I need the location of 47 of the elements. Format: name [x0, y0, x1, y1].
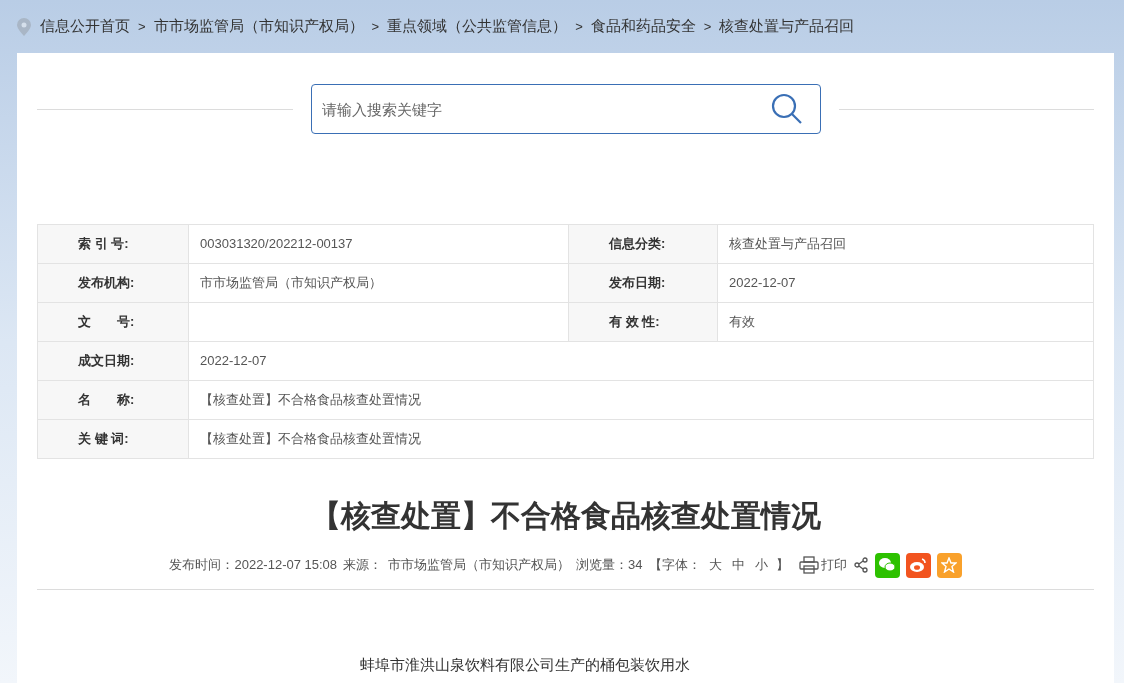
search-icon[interactable]: [770, 93, 803, 125]
field-label: 成文日期:: [38, 342, 189, 380]
star-icon: [941, 557, 958, 573]
breadcrumb-separator: >: [137, 17, 147, 36]
field-label: 文 号:: [38, 303, 189, 341]
field-label: 发布日期:: [569, 264, 718, 302]
eye-logo-icon: [909, 557, 928, 573]
source-label: 来源：: [343, 556, 383, 575]
field-value: 【核查处置】不合格食品核查处置情况: [189, 381, 1094, 419]
field-value: 2022-12-07: [718, 264, 1094, 302]
article-title: 【核查处置】不合格食品核查处置情况: [309, 498, 822, 534]
location-pin-icon: [17, 17, 31, 36]
field-value: 2022-12-07: [189, 342, 1094, 380]
field-label: 发布机构:: [38, 264, 189, 302]
breadcrumb-link[interactable]: 重点领域（公共监管信息）: [387, 15, 568, 38]
field-value: 核查处置与产品召回: [718, 225, 1094, 263]
breadcrumb-separator: >: [574, 17, 584, 36]
breadcrumb-link[interactable]: 核查处置与产品召回: [719, 15, 855, 38]
field-label: 名 称:: [38, 381, 189, 419]
field-label: 信息分类:: [569, 225, 718, 263]
weibo-share-button[interactable]: [905, 552, 931, 578]
chat-bubbles-icon: [878, 557, 897, 573]
view-count: 浏览量：34: [576, 556, 643, 575]
share-icon[interactable]: [852, 557, 869, 573]
field-label: 有 效 性:: [569, 303, 718, 341]
source-name: 市市场监管局（市知识产权局）: [388, 556, 571, 575]
field-value: 有效: [718, 303, 1094, 341]
article-paragraph: 蚌埠市淮洪山泉饮料有限公司生产的桶包装饮用水: [359, 655, 691, 675]
search-field[interactable]: 请输入搜索关键字: [310, 84, 821, 134]
font-size-label: 【字体：: [648, 556, 701, 575]
publish-time: 发布时间：2022-12-07 15:08: [169, 556, 338, 575]
font-size-link[interactable]: 小: [752, 555, 770, 575]
favorite-button[interactable]: [936, 552, 962, 578]
breadcrumb-separator: >: [370, 17, 381, 36]
font-size-link[interactable]: 中: [729, 555, 747, 575]
font-size-link[interactable]: 大: [706, 555, 724, 575]
field-label: 索 引 号:: [38, 225, 189, 263]
field-label: 关 键 词:: [38, 420, 189, 458]
breadcrumb-link[interactable]: 信息公开首页: [40, 15, 130, 38]
breadcrumb-link[interactable]: 市市场监管局（市知识产权局）: [153, 15, 364, 38]
field-value: 【核查处置】不合格食品核查处置情况: [189, 420, 1094, 458]
wechat-share-button[interactable]: [874, 552, 900, 578]
print-button[interactable]: 打印: [798, 555, 847, 575]
breadcrumb-link[interactable]: 食品和药品安全: [590, 15, 696, 38]
breadcrumb-separator: >: [702, 17, 713, 36]
font-size-bracket: 】: [775, 556, 789, 575]
printer-icon: [798, 556, 819, 574]
